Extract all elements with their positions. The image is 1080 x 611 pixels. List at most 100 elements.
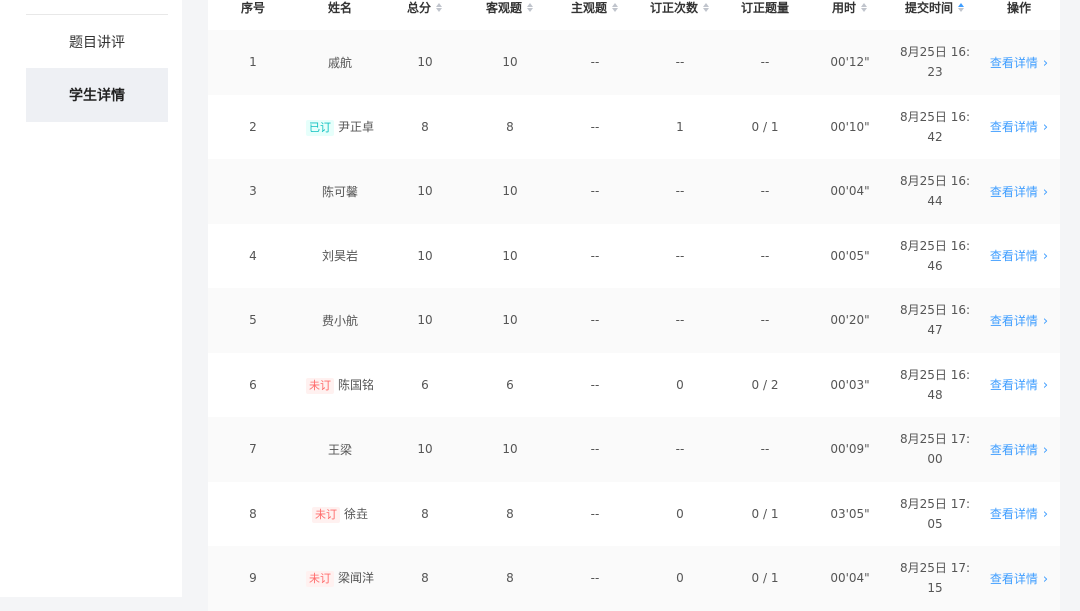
view-details-label: 查看详情 (989, 378, 1038, 393)
cell-name: 未订 徐垚 (298, 481, 382, 546)
header-subjective[interactable]: 主观题 (552, 0, 638, 30)
cell-correction-count: -- (638, 223, 722, 288)
sidebar-item-label: 题目讲评 (69, 34, 125, 51)
sort-icon[interactable] (436, 3, 443, 12)
student-name: 陈国铭 (337, 377, 374, 392)
view-details-link[interactable]: 查看详情 › (990, 120, 1048, 135)
correction-status-badge: 已订 (305, 119, 334, 136)
cell-total: 8 (382, 481, 468, 546)
cell-total: 8 (382, 94, 468, 159)
submit-date: 8月25日 16: (899, 109, 971, 124)
sort-icon[interactable] (527, 3, 534, 12)
cell-index: 8 (208, 481, 298, 546)
cell-total: 10 (382, 417, 468, 482)
cell-submit-time: 8月25日 16: 44 (892, 159, 978, 224)
cell-total: 10 (382, 288, 468, 353)
cell-index: 6 (208, 352, 298, 417)
header-total[interactable]: 总分 (382, 0, 468, 30)
cell-correction-count: -- (638, 417, 722, 482)
student-name: 尹正卓 (337, 119, 374, 134)
cell-correction-count: -- (638, 30, 722, 95)
submit-minute: 23 (927, 65, 943, 80)
chevron-right-icon: › (1042, 378, 1049, 394)
submit-date: 8月25日 16: (899, 303, 971, 318)
cell-submit-time: 8月25日 16: 48 (892, 352, 978, 417)
view-details-label: 查看详情 (989, 442, 1038, 457)
sort-icon[interactable] (703, 3, 710, 12)
table-row: 4 刘昊岩 10 10 -- -- -- 00'05" 8月25日 16: 46 查看详情 › (208, 223, 1060, 288)
header-duration[interactable]: 用时 (808, 0, 892, 30)
view-details-link[interactable]: 查看详情 › (989, 442, 1048, 458)
submit-minute: 47 (927, 323, 943, 338)
header-correction-count[interactable]: 订正次数 (638, 0, 722, 30)
cell-submit-time: 8月25日 17: 15 (892, 546, 978, 611)
student-name: 戚航 (327, 55, 352, 70)
cell-objective: 10 (468, 159, 552, 224)
cell-total: 10 (382, 159, 468, 224)
sidebar-item-question-review[interactable]: 题目讲评 (26, 15, 168, 68)
submit-date: 8月25日 16: (899, 238, 971, 253)
view-details-link[interactable]: 查看详情 › (990, 314, 1048, 329)
cell-total: 10 (382, 223, 468, 288)
cell-index: 9 (208, 546, 298, 611)
cell-name: 费小航 (298, 288, 382, 353)
cell-action: 查看详情 › (978, 352, 1060, 417)
cell-submit-time: 8月25日 16: 42 (892, 94, 978, 159)
cell-objective: 10 (468, 288, 552, 353)
table-row: 1 戚航 10 10 -- -- -- 00'12" 8月25日 16: 23 查看详情 › (208, 30, 1060, 95)
view-details-link[interactable]: 查看详情 › (989, 378, 1049, 394)
cell-correction-questions: 0 / 2 (722, 352, 808, 417)
sort-icon[interactable] (612, 3, 619, 12)
cell-objective: 8 (468, 94, 552, 159)
sidebar: 题目讲评 学生详情 (0, 0, 182, 597)
submit-minute: 42 (927, 129, 943, 144)
cell-objective: 6 (468, 352, 552, 417)
sort-ascending-icon[interactable] (958, 3, 965, 12)
header-objective[interactable]: 客观题 (468, 0, 552, 30)
view-details-link[interactable]: 查看详情 › (990, 571, 1049, 587)
cell-action: 查看详情 › (978, 288, 1060, 353)
cell-correction-questions: -- (722, 159, 808, 224)
cell-submit-time: 8月25日 17: 05 (892, 481, 978, 546)
view-details-label: 查看详情 (989, 249, 1038, 264)
cell-action: 查看详情 › (978, 481, 1060, 546)
view-details-link[interactable]: 查看详情 › (989, 249, 1049, 265)
chevron-right-icon: › (1042, 184, 1049, 200)
table-row: 5 费小航 10 10 -- -- -- 00'20" 8月25日 16: 47 查看详情 › (208, 288, 1060, 353)
cell-duration: 00'03" (808, 352, 892, 417)
cell-objective: 10 (468, 417, 552, 482)
header-name: 姓名 (298, 0, 382, 30)
view-details-link[interactable]: 查看详情 › (990, 507, 1048, 522)
cell-duration: 00'20" (808, 288, 892, 353)
chevron-right-icon: › (1042, 571, 1049, 587)
sidebar-item-student-details[interactable]: 学生详情 (26, 68, 168, 122)
cell-total: 10 (382, 30, 468, 95)
cell-name: 刘昊岩 (298, 223, 382, 288)
cell-correction-questions: 0 / 1 (722, 546, 808, 611)
student-name: 刘昊岩 (321, 249, 358, 264)
cell-name: 未订 梁闻洋 (298, 546, 382, 611)
header-submit-time[interactable]: 提交时间 (892, 0, 978, 30)
cell-correction-count: -- (638, 288, 722, 353)
cell-subjective: -- (552, 417, 638, 482)
cell-objective: 8 (468, 546, 552, 611)
cell-name: 王梁 (298, 417, 382, 482)
view-details-link[interactable]: 查看详情 › (990, 56, 1048, 71)
submit-date: 8月25日 16: (899, 367, 971, 382)
cell-index: 7 (208, 417, 298, 482)
cell-duration: 00'09" (808, 417, 892, 482)
sidebar-item-hidden-top[interactable] (26, 0, 168, 15)
chevron-right-icon: › (1042, 249, 1049, 265)
submit-date: 8月25日 17: (899, 432, 971, 447)
sidebar-item-label: 学生详情 (69, 88, 125, 104)
cell-duration: 03'05" (808, 481, 892, 546)
view-details-link[interactable]: 查看详情 › (990, 184, 1049, 200)
submit-minute: 46 (927, 258, 943, 273)
correction-status-badge: 未订 (311, 506, 340, 523)
cell-name: 戚航 (298, 30, 382, 95)
sort-icon[interactable] (861, 3, 868, 12)
cell-subjective: -- (552, 159, 638, 224)
table-row: 2 已订 尹正卓 8 8 -- 1 0 / 1 00'10" 8月25日 16: 42 查看详情 › (208, 94, 1060, 159)
submit-date: 8月25日 17: (899, 496, 971, 511)
cell-total: 8 (382, 546, 468, 611)
